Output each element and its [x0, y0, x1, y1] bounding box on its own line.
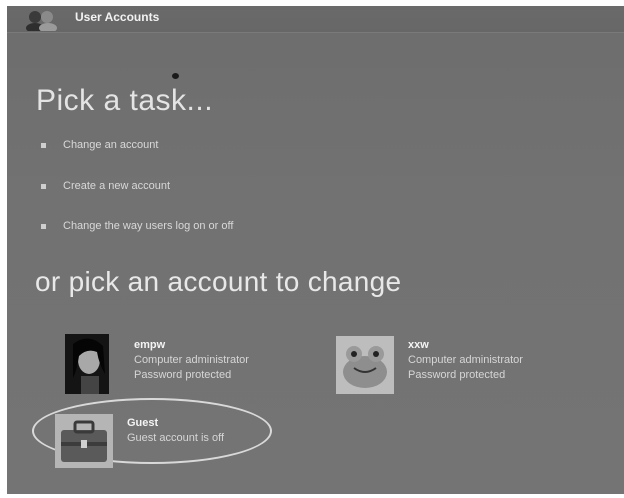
bullet-icon	[41, 223, 46, 229]
briefcase-icon	[55, 414, 113, 468]
pick-account-heading: or pick an account to change	[35, 266, 402, 297]
bullet-icon	[41, 183, 46, 189]
account-tile-empw[interactable]: empw Computer administrator Password pro…	[65, 334, 295, 396]
task-label: Change an account	[63, 139, 159, 151]
task-label: Change the way users log on or off	[63, 220, 234, 232]
user-accounts-window: User Accounts Pick a task... Change an a…	[7, 6, 624, 494]
pick-a-task-heading: Pick a task...	[36, 84, 214, 117]
account-status: Password protected	[134, 369, 232, 381]
task-change-account[interactable]: Change an account	[41, 137, 158, 153]
task-change-logon[interactable]: Change the way users log on or off	[41, 218, 233, 234]
frog-icon	[336, 336, 394, 394]
title-bar: User Accounts	[7, 6, 624, 33]
portrait-photo	[65, 334, 109, 394]
user-accounts-icon	[26, 11, 57, 31]
account-type: Computer administrator	[134, 354, 249, 366]
account-tile-guest[interactable]: Guest Guest account is off	[55, 414, 255, 474]
account-tile-xxw[interactable]: xxw Computer administrator Password prot…	[336, 336, 566, 398]
account-name: empw	[134, 339, 166, 351]
account-status: Guest account is off	[127, 432, 225, 444]
task-label: Create a new account	[63, 180, 171, 192]
account-name: Guest	[127, 417, 159, 429]
bullet-icon	[41, 142, 46, 148]
ink-spot	[172, 73, 179, 79]
account-name: xxw	[408, 339, 429, 351]
task-create-account[interactable]: Create a new account	[41, 178, 170, 194]
account-type: Computer administrator	[408, 354, 523, 366]
window-title: User Accounts	[75, 10, 160, 24]
account-status: Password protected	[408, 369, 506, 381]
